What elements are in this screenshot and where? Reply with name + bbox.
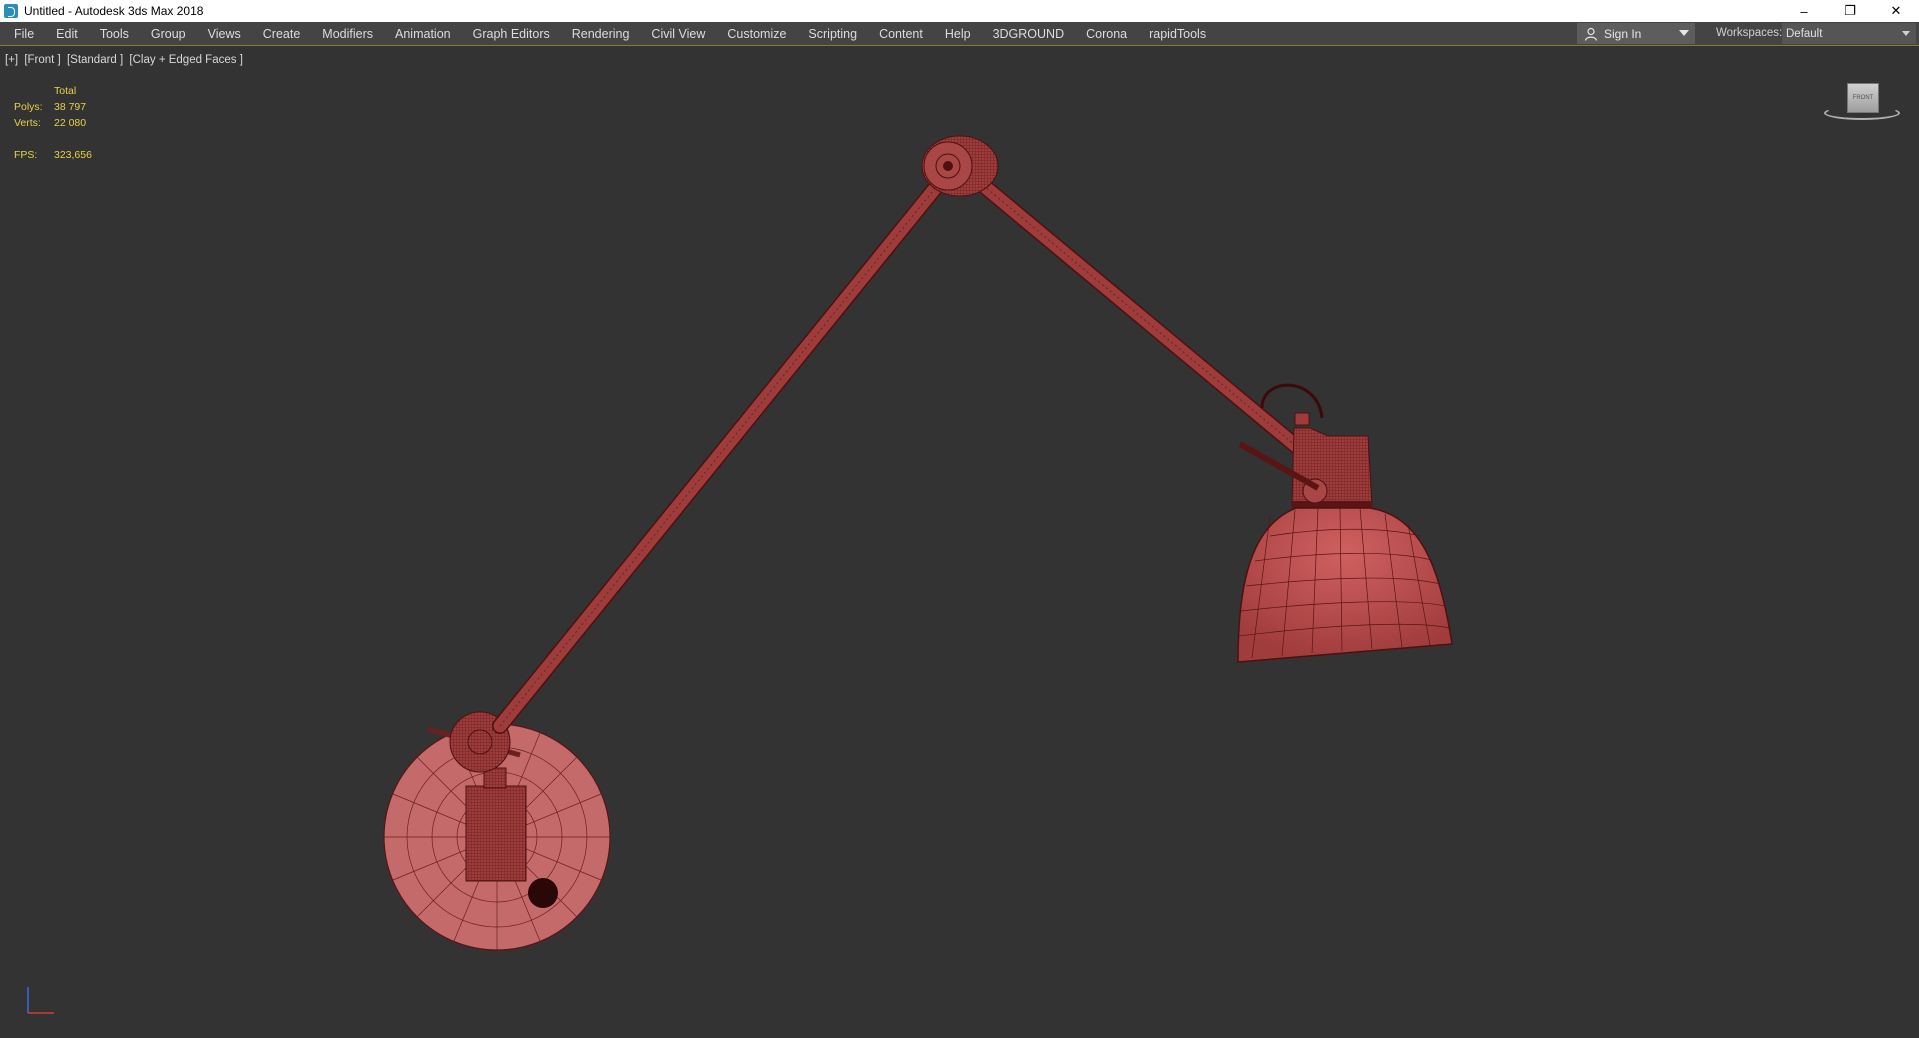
menu-group[interactable]: Group: [140, 22, 197, 45]
menu-civil-view[interactable]: Civil View: [640, 22, 716, 45]
menu-file[interactable]: File: [0, 22, 45, 45]
menu-views[interactable]: Views: [197, 22, 252, 45]
menu-corona[interactable]: Corona: [1075, 22, 1138, 45]
workspaces-label: Workspaces:: [1716, 27, 1783, 39]
close-button[interactable]: ✕: [1873, 0, 1919, 22]
sign-in-label: Sign In: [1604, 26, 1642, 41]
window-title: Untitled - Autodesk 3ds Max 2018: [24, 4, 204, 18]
menu-edit[interactable]: Edit: [45, 22, 89, 45]
user-icon: [1584, 27, 1598, 41]
menu-modifiers[interactable]: Modifiers: [311, 22, 384, 45]
menu-create[interactable]: Create: [252, 22, 312, 45]
menu-3dground[interactable]: 3DGROUND: [982, 22, 1076, 45]
menu-rendering[interactable]: Rendering: [561, 22, 641, 45]
elbow-joint[interactable]: [921, 135, 999, 197]
restore-button[interactable]: ❐: [1827, 0, 1873, 22]
workspaces-value: Default: [1786, 27, 1823, 40]
workspaces-select[interactable]: Default: [1782, 23, 1916, 44]
chevron-down-icon: [1679, 30, 1689, 36]
window-title-bar: Untitled - Autodesk 3ds Max 2018 – ❐ ✕: [0, 0, 1919, 22]
menu-bar: File Edit Tools Group Views Create Modif…: [0, 22, 1919, 46]
lower-arm[interactable]: [492, 168, 953, 734]
upper-arm[interactable]: [952, 158, 1328, 474]
menu-content[interactable]: Content: [868, 22, 934, 45]
minimize-button[interactable]: –: [1781, 0, 1827, 22]
front-viewport[interactable]: [+] [Front ] [Standard ] [Clay + Edged F…: [0, 46, 1919, 1038]
menu-help[interactable]: Help: [934, 22, 982, 45]
3dsmax-logo-icon: [4, 4, 18, 18]
menu-graph-editors[interactable]: Graph Editors: [462, 22, 561, 45]
menu-rapidtools[interactable]: rapidTools: [1138, 22, 1217, 45]
lamp-model[interactable]: [0, 46, 1919, 1038]
menu-customize[interactable]: Customize: [716, 22, 797, 45]
axis-tripod-icon: [27, 987, 54, 1014]
window-controls: – ❐ ✕: [1781, 0, 1919, 22]
chevron-down-icon: [1902, 31, 1910, 36]
menu-animation[interactable]: Animation: [384, 22, 462, 45]
sign-in-dropdown[interactable]: Sign In: [1577, 23, 1695, 44]
menu-scripting[interactable]: Scripting: [797, 22, 868, 45]
menu-tools[interactable]: Tools: [89, 22, 140, 45]
